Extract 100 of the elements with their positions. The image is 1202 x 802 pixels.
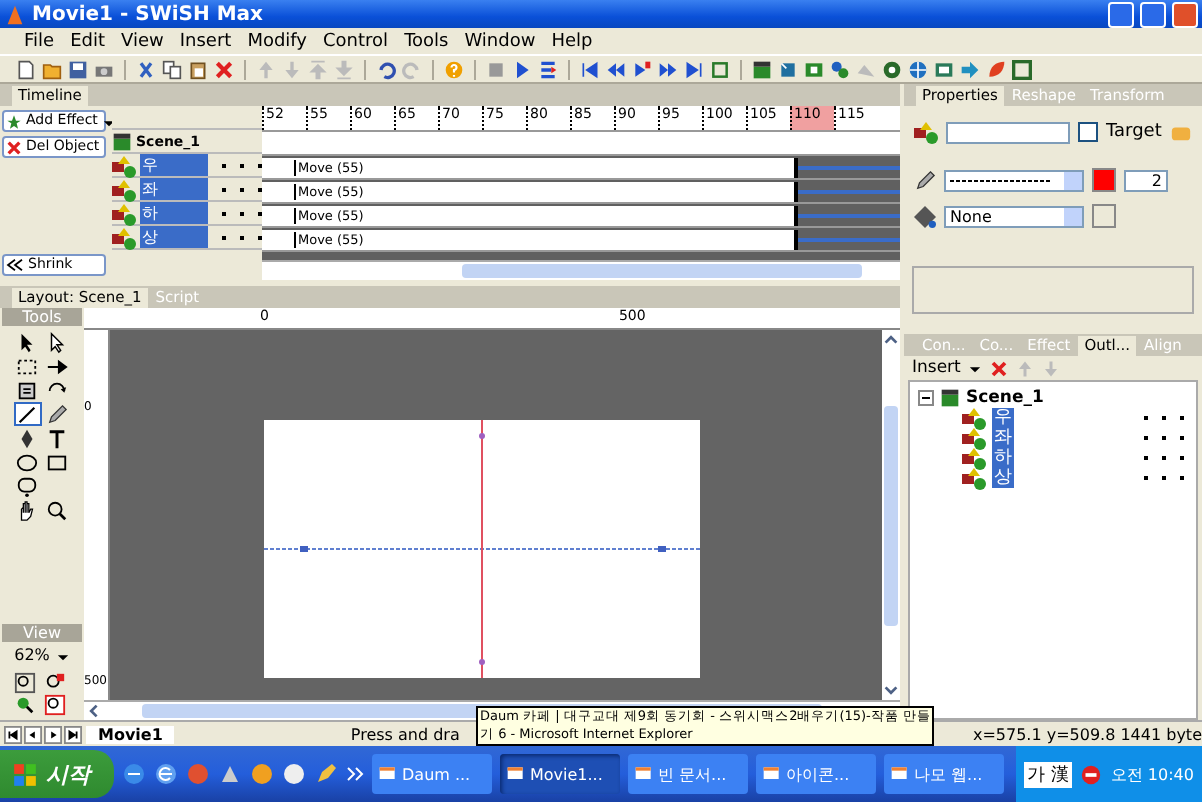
collapse-icon[interactable] xyxy=(918,390,934,406)
window-icon[interactable] xyxy=(934,59,954,79)
fill-color-swatch[interactable] xyxy=(1092,204,1116,228)
skip-end-icon[interactable] xyxy=(64,725,82,743)
scrollbar-thumb[interactable] xyxy=(462,264,862,278)
pencil-icon[interactable] xyxy=(314,762,338,786)
hand-icon[interactable] xyxy=(16,499,38,521)
ellipse-icon[interactable] xyxy=(16,451,38,473)
fast-forward-icon[interactable] xyxy=(658,59,678,79)
close-button[interactable] xyxy=(1172,1,1198,27)
taskbar-button[interactable]: 빈 문서... xyxy=(628,754,748,794)
previous-icon[interactable] xyxy=(24,725,42,743)
line-color-swatch[interactable] xyxy=(1092,168,1116,192)
text-tool-icon[interactable] xyxy=(46,427,68,449)
menu-item[interactable]: Control xyxy=(315,31,397,51)
hollow-pointer-icon[interactable] xyxy=(46,331,68,353)
no-entry-icon[interactable] xyxy=(1080,763,1103,785)
taskbar-button[interactable]: Movie1... xyxy=(500,754,620,794)
menu-item[interactable]: Tools xyxy=(396,31,457,51)
window-title: Movie1 - SWiSH Max xyxy=(32,3,265,25)
motion-path-icon[interactable] xyxy=(46,355,68,377)
rounded-shape-icon[interactable] xyxy=(16,475,38,497)
undo-icon[interactable] xyxy=(376,59,396,79)
play-frame-icon[interactable] xyxy=(632,59,652,79)
new-document-icon[interactable] xyxy=(16,59,36,79)
scrollbar-thumb[interactable] xyxy=(884,405,898,625)
paste-icon[interactable] xyxy=(188,59,208,79)
save-icon[interactable] xyxy=(68,59,88,79)
start-button[interactable]: 시작 xyxy=(0,750,114,798)
loop-icon[interactable] xyxy=(710,59,730,79)
zoom-fit-icon[interactable] xyxy=(13,672,35,694)
double-chevron-icon xyxy=(6,258,24,272)
menu-item[interactable]: File xyxy=(16,31,63,51)
view-header: View xyxy=(2,624,82,642)
menu-item[interactable]: Insert xyxy=(171,31,240,51)
line-style-dropdown[interactable] xyxy=(944,169,1084,191)
outline-item[interactable]: 우 xyxy=(992,408,1014,428)
magnifier-icon[interactable] xyxy=(46,499,68,521)
outline-item[interactable]: 좌 xyxy=(992,428,1014,448)
layer-name[interactable]: 상 xyxy=(140,226,208,248)
outline-item[interactable]: 상 xyxy=(992,468,1014,488)
cut-icon[interactable] xyxy=(136,59,156,79)
fill-transform-icon[interactable] xyxy=(16,379,38,401)
delete-icon[interactable] xyxy=(990,359,1009,377)
globe-icon[interactable] xyxy=(282,762,306,786)
line-tool-icon[interactable] xyxy=(16,403,38,425)
layer-name[interactable]: 하 xyxy=(140,202,208,224)
zoom-in-icon[interactable] xyxy=(13,694,35,716)
target-checkbox[interactable] xyxy=(1078,122,1098,142)
globe-icon[interactable] xyxy=(908,59,928,79)
sun-icon[interactable] xyxy=(250,762,274,786)
layer-name[interactable]: 좌 xyxy=(140,178,208,200)
layer-name[interactable]: 우 xyxy=(140,154,208,176)
frame-icon[interactable] xyxy=(1012,59,1032,79)
leaf-icon[interactable] xyxy=(986,59,1006,79)
tools-header: Tools xyxy=(2,308,82,326)
browser-e-icon[interactable] xyxy=(154,762,178,786)
name-field[interactable] xyxy=(946,121,1070,143)
taskbar-button[interactable]: 아이콘... xyxy=(756,754,876,794)
menu-item[interactable]: Modify xyxy=(239,31,316,51)
scene-tab[interactable]: Movie1 xyxy=(86,725,175,743)
arrow-pointer-icon[interactable] xyxy=(16,331,38,353)
insert-menu[interactable]: Insert xyxy=(912,358,961,378)
menu-item[interactable]: View xyxy=(113,31,172,51)
taskbar-button[interactable]: 나모 웹... xyxy=(884,754,1004,794)
clapboard-icon[interactable] xyxy=(752,59,772,79)
zoom-stage-icon[interactable] xyxy=(43,694,65,716)
scroll-left-icon[interactable] xyxy=(84,702,102,720)
zoom-dropdown[interactable]: 62% xyxy=(14,642,70,668)
rectangle-icon[interactable] xyxy=(46,451,68,473)
pencil-icon[interactable] xyxy=(46,403,68,425)
minimize-button[interactable] xyxy=(1108,1,1134,27)
double-chevron-icon[interactable] xyxy=(346,766,364,782)
group-icon[interactable] xyxy=(830,59,850,79)
window-icon xyxy=(634,764,654,784)
fill-dropdown[interactable]: None xyxy=(944,205,1084,227)
next-icon[interactable] xyxy=(44,725,62,743)
scene-label[interactable]: Scene_1 xyxy=(966,388,1044,408)
arrow-shape-icon[interactable] xyxy=(960,59,980,79)
skip-start-icon[interactable] xyxy=(4,725,22,743)
taskbar-button[interactable]: Daum ... xyxy=(372,754,492,794)
menu-item[interactable]: Edit xyxy=(62,31,113,51)
zoom-selection-icon[interactable] xyxy=(43,672,65,694)
delete-icon[interactable] xyxy=(214,59,234,79)
play-icon[interactable] xyxy=(512,59,532,79)
rewind-icon[interactable] xyxy=(606,59,626,79)
outline-item[interactable]: 하 xyxy=(992,448,1014,468)
dotted-rectangle-icon[interactable] xyxy=(16,355,38,377)
scroll-up-icon[interactable] xyxy=(882,330,900,348)
line-width-spinner[interactable]: 2 xyxy=(1124,169,1168,191)
menu-item[interactable]: Window xyxy=(456,31,544,51)
folder-icon[interactable] xyxy=(42,59,62,79)
ime-indicator[interactable]: 가 漢 xyxy=(1023,761,1073,787)
scroll-down-icon[interactable] xyxy=(882,682,900,700)
play-timeline-icon[interactable] xyxy=(538,59,558,79)
menu-item[interactable]: Help xyxy=(543,31,601,51)
restore-button[interactable] xyxy=(1140,1,1166,27)
copy-icon[interactable] xyxy=(162,59,182,79)
pen-icon[interactable] xyxy=(16,427,38,449)
skip-start-icon[interactable] xyxy=(580,59,600,79)
